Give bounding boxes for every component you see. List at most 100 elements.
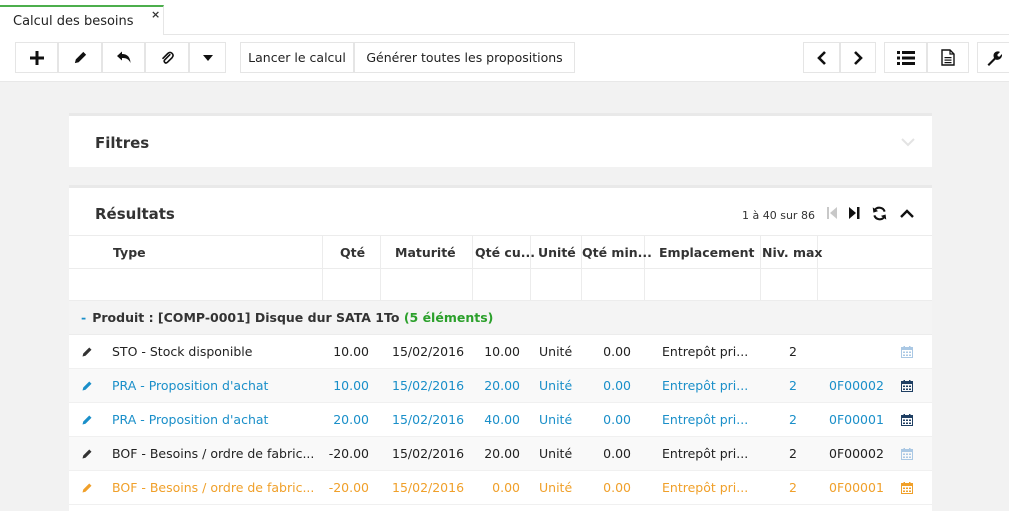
cell-unite: Unité	[539, 412, 573, 427]
calendar-icon[interactable]	[901, 482, 913, 494]
filters-title[interactable]: Filtres	[95, 134, 149, 152]
calendar-icon[interactable]	[901, 380, 913, 392]
tab-bar: Calcul des besoins ×	[0, 0, 1009, 35]
cell-reference: 0F00001	[829, 412, 884, 427]
generer-propositions-button[interactable]: Générer toutes les propositions	[354, 42, 575, 73]
table-row[interactable]: BOF - Besoins / ordre de fabric... -20.00…	[69, 437, 932, 471]
paperclip-icon	[161, 51, 174, 64]
document-icon	[941, 49, 955, 66]
refresh-icon[interactable]	[872, 206, 887, 221]
filters-panel: Filtres	[69, 113, 932, 167]
pencil-icon[interactable]	[81, 482, 93, 494]
group-product-name: Produit : [COMP-0001] Disque dur SATA 1T…	[92, 310, 400, 325]
cell-unite: Unité	[539, 378, 573, 393]
column-header-type[interactable]: Type	[113, 245, 146, 260]
cell-maturite: 15/02/2016	[392, 480, 465, 495]
cell-reference: 0F00002	[829, 446, 884, 461]
cell-qte-min: 0.00	[603, 480, 631, 495]
cell-unite: Unité	[539, 480, 573, 495]
cell-type: BOF - Besoins / ordre de fabric...	[112, 480, 315, 495]
cell-niv-max: 2	[789, 446, 797, 461]
cell-unite: Unité	[539, 344, 573, 359]
cell-niv-max: 2	[789, 480, 797, 495]
cell-niv-max: 2	[789, 378, 797, 393]
group-label: - Produit : [COMP-0001] Disque dur SATA 1…	[81, 310, 493, 325]
pencil-icon[interactable]	[81, 448, 93, 460]
cell-qte-cumulee: 10.00	[484, 344, 520, 359]
pencil-icon[interactable]	[81, 346, 93, 358]
group-row-product[interactable]: - Produit : [COMP-0001] Disque dur SATA 1…	[69, 301, 932, 335]
more-dropdown-button[interactable]	[189, 42, 226, 73]
calendar-icon[interactable]	[901, 346, 913, 358]
group-collapse-toggle[interactable]: -	[81, 310, 86, 325]
cell-emplacement: Entrepôt pri...	[662, 480, 749, 495]
column-header-qte[interactable]: Qté	[340, 245, 365, 260]
cell-emplacement: Entrepôt pri...	[662, 378, 749, 393]
column-header-emplacement[interactable]: Emplacement	[659, 245, 755, 260]
collapse-icon[interactable]	[900, 209, 914, 218]
previous-record-button[interactable]	[803, 42, 840, 73]
cell-niv-max: 2	[789, 344, 797, 359]
next-record-button[interactable]	[840, 42, 876, 73]
column-header-niv-max[interactable]: Niv. max	[762, 245, 823, 260]
cell-maturite: 15/02/2016	[392, 412, 465, 427]
results-title: Résultats	[95, 205, 175, 223]
cell-reference: 0F00002	[829, 378, 884, 393]
cell-qte-min: 0.00	[603, 446, 631, 461]
form-view-button[interactable]	[927, 42, 969, 73]
cell-emplacement: Entrepôt pri...	[662, 412, 749, 427]
column-header-maturite[interactable]: Maturité	[395, 245, 456, 260]
add-button[interactable]	[15, 42, 58, 73]
column-header-qte-cumulee[interactable]: Qté cu...	[475, 245, 535, 260]
table-header: Type Qté Maturité Qté cu... Unité Qté mi…	[69, 235, 932, 269]
pager-count: 1 à 40 sur 86	[742, 209, 815, 222]
cell-qte: -20.00	[328, 480, 369, 495]
undo-button[interactable]	[102, 42, 145, 73]
column-filter-row	[69, 269, 932, 301]
cell-maturite: 15/02/2016	[392, 344, 465, 359]
cell-type: STO - Stock disponible	[112, 344, 253, 359]
edit-button[interactable]	[58, 42, 102, 73]
cell-qte: 10.00	[333, 344, 369, 359]
first-page-icon[interactable]	[827, 206, 837, 220]
cell-unite: Unité	[539, 446, 573, 461]
table-row[interactable]: PRA - Proposition d'achat 20.00 15/02/2016…	[69, 403, 932, 437]
tools-button[interactable]	[977, 42, 1009, 73]
cell-qte-cumulee: 40.00	[484, 412, 520, 427]
group-count: (5 éléments)	[403, 310, 494, 325]
tab-title: Calcul des besoins	[13, 14, 134, 29]
attach-button[interactable]	[145, 42, 189, 73]
lancer-calcul-button[interactable]: Lancer le calcul	[240, 42, 354, 73]
column-header-qte-min[interactable]: Qté min...	[582, 245, 652, 260]
pencil-icon	[74, 51, 86, 64]
table-row[interactable]: BOF - Besoins / ordre de fabric... -20.00…	[69, 471, 932, 505]
calendar-icon[interactable]	[901, 414, 913, 426]
cell-qte-cumulee: 0.00	[492, 480, 520, 495]
close-icon[interactable]: ×	[151, 8, 160, 21]
chevron-down-icon[interactable]	[901, 138, 915, 147]
calendar-icon[interactable]	[901, 448, 913, 460]
undo-icon	[116, 51, 130, 63]
pencil-icon[interactable]	[81, 380, 93, 392]
cell-qte: 20.00	[333, 412, 369, 427]
cell-qte-min: 0.00	[603, 412, 631, 427]
cell-qte: 10.00	[333, 378, 369, 393]
chevron-right-icon	[854, 50, 863, 65]
chevron-left-icon	[816, 50, 826, 65]
cell-type: PRA - Proposition d'achat	[112, 412, 269, 427]
cell-qte-min: 0.00	[603, 344, 631, 359]
table-row[interactable]: STO - Stock disponible 10.00 15/02/2016 10.…	[69, 335, 932, 369]
cell-type: BOF - Besoins / ordre de fabric...	[112, 446, 315, 461]
column-header-unite[interactable]: Unité	[538, 245, 576, 260]
wrench-icon	[987, 50, 1002, 66]
cell-qte-cumulee: 20.00	[484, 378, 520, 393]
list-view-button[interactable]	[884, 42, 927, 73]
cell-qte-min: 0.00	[603, 378, 631, 393]
table-row[interactable]: PRA - Proposition d'achat 10.00 15/02/2016…	[69, 369, 932, 403]
cell-maturite: 15/02/2016	[392, 446, 465, 461]
cell-reference: 0F00001	[829, 480, 884, 495]
tab-calcul-des-besoins[interactable]: Calcul des besoins ×	[0, 5, 164, 35]
pencil-icon[interactable]	[81, 414, 93, 426]
last-page-icon[interactable]	[849, 206, 860, 220]
cell-type: PRA - Proposition d'achat	[112, 378, 269, 393]
